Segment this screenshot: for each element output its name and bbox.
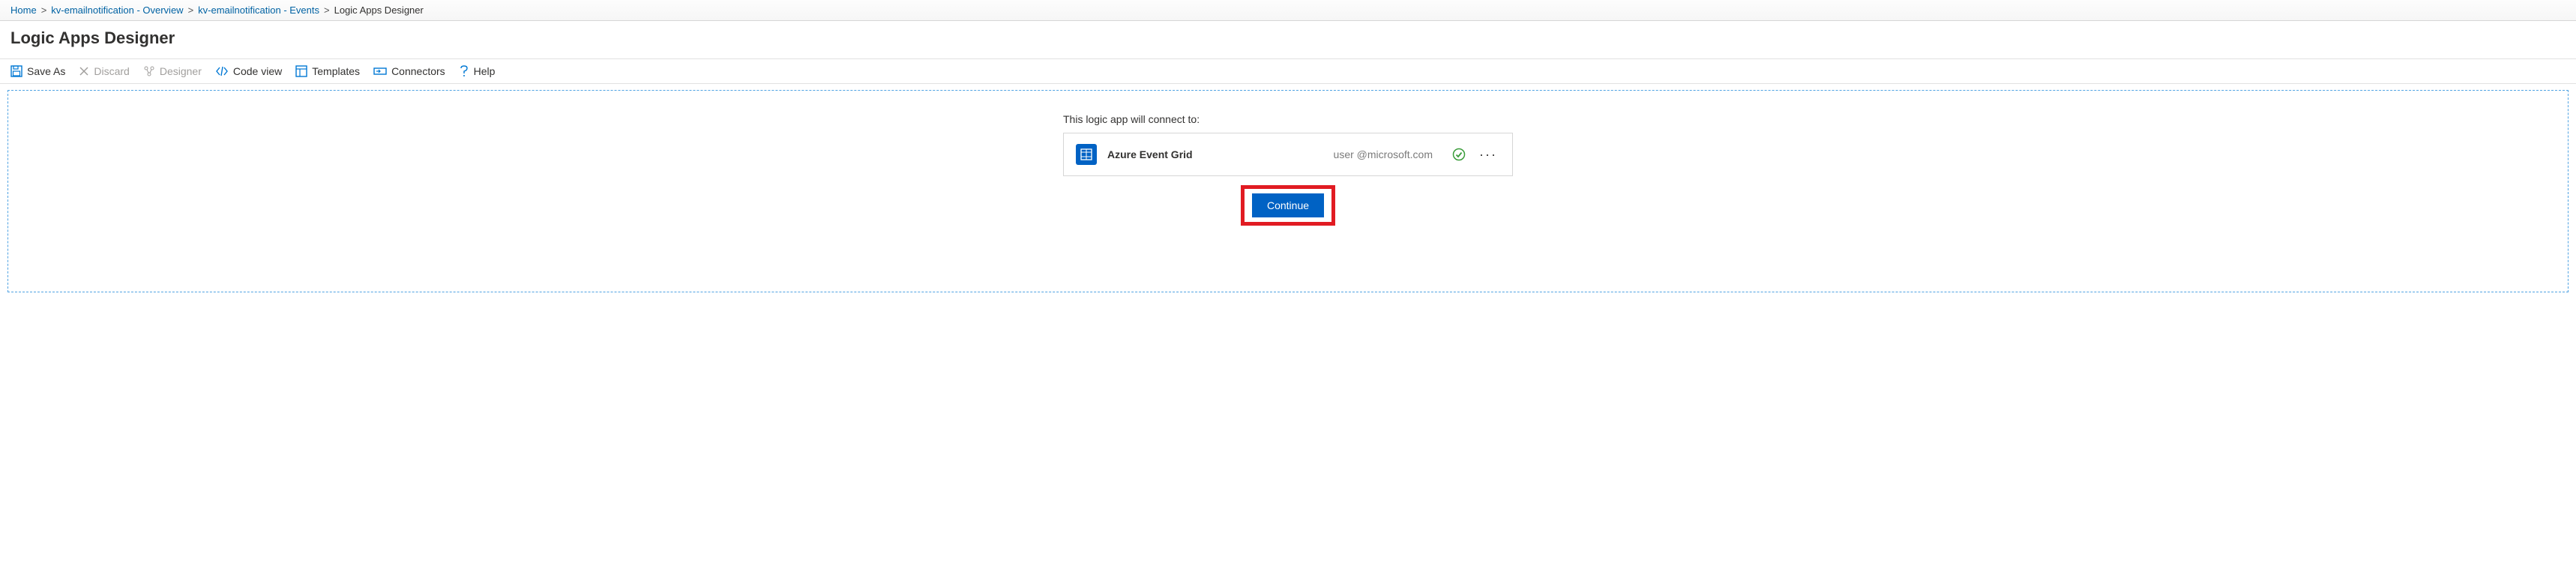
- connectors-button[interactable]: Connectors: [373, 65, 445, 77]
- breadcrumb-current: Logic Apps Designer: [334, 4, 424, 16]
- designer-label: Designer: [160, 65, 202, 77]
- save-icon: [10, 65, 22, 77]
- toolbar: Save As Discard Designer Code view Templ…: [0, 58, 2576, 84]
- breadcrumb-separator: >: [41, 4, 47, 16]
- help-button[interactable]: Help: [459, 65, 496, 77]
- check-icon: [1452, 148, 1466, 161]
- help-label: Help: [474, 65, 496, 77]
- connection-service-name: Azure Event Grid: [1107, 148, 1193, 160]
- breadcrumb-events[interactable]: kv-emailnotification - Events: [198, 4, 319, 16]
- templates-button[interactable]: Templates: [295, 65, 360, 77]
- more-menu-button[interactable]: ···: [1476, 147, 1500, 163]
- designer-icon: [143, 65, 155, 77]
- breadcrumb-overview[interactable]: kv-emailnotification - Overview: [51, 4, 183, 16]
- breadcrumb-separator: >: [324, 4, 330, 16]
- breadcrumb-separator: >: [188, 4, 194, 16]
- help-icon: [459, 65, 469, 77]
- code-icon: [215, 66, 229, 76]
- templates-label: Templates: [312, 65, 360, 77]
- code-view-label: Code view: [233, 65, 282, 77]
- connection-user: user @microsoft.com: [1334, 148, 1433, 160]
- save-as-button[interactable]: Save As: [10, 65, 65, 77]
- code-view-button[interactable]: Code view: [215, 65, 282, 77]
- connectors-label: Connectors: [391, 65, 445, 77]
- discard-label: Discard: [94, 65, 129, 77]
- connection-card: Azure Event Grid user @microsoft.com ···: [1063, 133, 1513, 176]
- connection-block: This logic app will connect to: Azure Ev…: [1063, 113, 1513, 262]
- save-as-label: Save As: [27, 65, 65, 77]
- connection-prompt: This logic app will connect to:: [1063, 113, 1513, 125]
- event-grid-icon: [1076, 144, 1097, 165]
- page-title: Logic Apps Designer: [0, 21, 2576, 58]
- designer-canvas: This logic app will connect to: Azure Ev…: [7, 90, 2569, 292]
- close-icon: [79, 66, 89, 76]
- breadcrumb-home[interactable]: Home: [10, 4, 37, 16]
- continue-button[interactable]: Continue: [1252, 193, 1324, 217]
- continue-wrap: Continue: [1063, 185, 1513, 226]
- discard-button[interactable]: Discard: [79, 65, 129, 77]
- designer-button[interactable]: Designer: [143, 65, 202, 77]
- connectors-icon: [373, 66, 387, 76]
- templates-icon: [295, 65, 307, 77]
- highlight-box: Continue: [1241, 185, 1335, 226]
- breadcrumb: Home > kv-emailnotification - Overview >…: [0, 0, 2576, 21]
